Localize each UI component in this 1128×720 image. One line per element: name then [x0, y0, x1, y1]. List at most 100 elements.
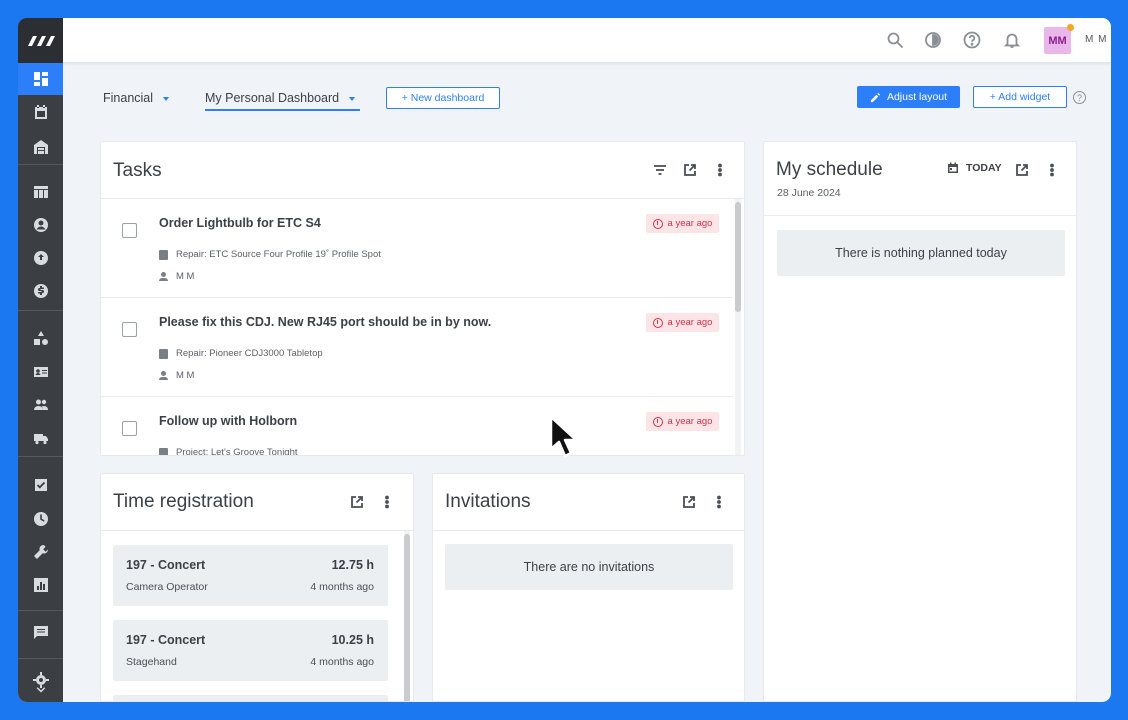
task-assignee: M M — [159, 370, 194, 381]
open-external-button[interactable] — [681, 494, 697, 510]
caret-down-icon — [349, 96, 356, 101]
time-entry-name: 197 - Concert — [126, 633, 206, 647]
sidebar-expand-toggle[interactable] — [18, 682, 63, 698]
tasks-title: Tasks — [113, 160, 162, 181]
app-logo[interactable] — [18, 18, 63, 63]
sidebar-item-messages[interactable] — [18, 616, 63, 648]
table-icon — [33, 186, 48, 198]
more-vertical-icon — [1050, 163, 1054, 177]
tab-personal-dashboard[interactable]: My Personal Dashboard — [205, 91, 360, 111]
sidebar — [18, 18, 63, 702]
due-badge: a year ago — [646, 214, 719, 233]
more-menu-button[interactable] — [712, 162, 728, 178]
sidebar-item-time[interactable] — [18, 503, 63, 535]
open-external-icon — [351, 496, 363, 508]
sidebar-item-contacts[interactable] — [18, 209, 63, 241]
help-button[interactable] — [962, 30, 982, 50]
search-icon — [887, 32, 904, 49]
task-row[interactable]: Order Lightbulb for ETC S4 a year ago Re… — [101, 199, 733, 298]
sidebar-item-crew[interactable] — [18, 356, 63, 388]
document-icon — [159, 249, 168, 260]
adjust-layout-button[interactable]: Adjust layout — [857, 86, 960, 108]
due-badge: a year ago — [646, 412, 719, 431]
theme-toggle[interactable] — [923, 30, 943, 50]
search-button[interactable] — [885, 30, 905, 50]
sidebar-item-finance[interactable] — [18, 275, 63, 307]
task-title[interactable]: Please fix this CDJ. New RJ45 port shoul… — [159, 315, 491, 329]
clock-icon — [652, 416, 663, 427]
task-title[interactable]: Order Lightbulb for ETC S4 — [159, 216, 321, 230]
chevron-down-icon — [36, 687, 45, 693]
open-external-icon — [1016, 164, 1028, 176]
time-entry-role: Camera Operator — [126, 581, 208, 593]
time-scrollbar-thumb[interactable] — [404, 534, 410, 701]
sidebar-item-reports[interactable] — [18, 569, 63, 601]
time-entry-role: Stagehand — [126, 656, 177, 668]
tab-financial[interactable]: Financial — [103, 91, 170, 105]
schedule-empty-message: There is nothing planned today — [777, 230, 1065, 276]
time-entry[interactable]: 197 - Concert 12.75 h Camera Operator 4 … — [113, 545, 388, 606]
sidebar-item-planning[interactable] — [18, 176, 63, 208]
sidebar-item-tasks[interactable] — [18, 469, 63, 501]
invitations-widget: Invitations There are no invitations — [432, 473, 745, 702]
task-title[interactable]: Follow up with Holborn — [159, 414, 297, 428]
help-icon[interactable]: ? — [1073, 91, 1086, 104]
new-dashboard-button[interactable]: + New dashboard — [386, 87, 500, 109]
more-menu-button[interactable] — [1044, 162, 1060, 178]
message-icon — [33, 626, 48, 639]
today-button[interactable]: TODAY — [947, 162, 1002, 174]
open-external-button[interactable] — [682, 162, 698, 178]
tasks-scrollbar-thumb[interactable] — [735, 202, 741, 312]
sidebar-item-sync[interactable] — [18, 242, 63, 274]
sidebar-item-maintenance[interactable] — [18, 536, 63, 568]
sidebar-item-people[interactable] — [18, 389, 63, 421]
topbar: MM M M — [63, 18, 1111, 63]
open-external-button[interactable] — [349, 494, 365, 510]
schedule-title: My schedule — [776, 159, 883, 180]
open-external-button[interactable] — [1014, 162, 1030, 178]
more-menu-button[interactable] — [379, 494, 395, 510]
mouse-cursor-icon — [549, 415, 578, 458]
time-entry-date: 4 months ago — [310, 656, 374, 668]
logo-icon — [27, 35, 55, 46]
invitations-title: Invitations — [445, 491, 531, 512]
task-subject[interactable]: Repair: Pioneer CDJ3000 Tabletop — [159, 348, 323, 359]
task-checkbox[interactable] — [122, 322, 137, 337]
user-name[interactable]: M M — [1085, 34, 1107, 45]
sidebar-item-transport[interactable] — [18, 422, 63, 454]
filter-icon — [654, 165, 666, 175]
add-widget-button[interactable]: + Add widget — [973, 86, 1067, 108]
task-subject[interactable]: Project: Let's Groove Tonight — [159, 447, 298, 455]
open-external-icon — [684, 164, 696, 176]
task-checkbox[interactable] — [122, 421, 137, 436]
notifications-button[interactable] — [1002, 30, 1022, 50]
task-subject[interactable]: Repair: ETC Source Four Profile 19˚ Prof… — [159, 249, 381, 260]
filter-button[interactable] — [652, 162, 668, 178]
document-icon — [159, 447, 168, 455]
sidebar-item-inventory[interactable] — [18, 322, 63, 354]
more-menu-button[interactable] — [711, 494, 727, 510]
clock-icon — [33, 512, 48, 526]
bell-icon — [1003, 33, 1021, 48]
sidebar-item-warehouse[interactable] — [18, 131, 63, 163]
avatar[interactable]: MM — [1044, 27, 1071, 54]
task-row[interactable]: Please fix this CDJ. New RJ45 port shoul… — [101, 298, 733, 397]
dashboard-icon — [33, 72, 48, 86]
time-entry[interactable] — [113, 695, 388, 701]
person-icon — [159, 272, 168, 281]
sidebar-item-calendar[interactable] — [18, 96, 63, 128]
warehouse-icon — [33, 140, 48, 154]
more-vertical-icon — [718, 163, 722, 177]
task-row[interactable]: Follow up with Holborn a year ago Projec… — [101, 397, 733, 455]
truck-icon — [33, 434, 48, 445]
task-checkbox[interactable] — [122, 223, 137, 238]
wrench-icon — [33, 544, 48, 559]
open-external-icon — [683, 496, 695, 508]
time-entry-hours: 10.25 h — [331, 633, 374, 647]
sidebar-item-dashboard[interactable] — [18, 63, 63, 95]
time-entry[interactable]: 197 - Concert 10.25 h Stagehand 4 months… — [113, 620, 388, 681]
time-registration-title: Time registration — [113, 491, 254, 512]
more-vertical-icon — [385, 495, 389, 509]
clock-icon — [652, 218, 663, 229]
tasks-widget: Tasks Order Lightbulb for ETC S4 a year … — [100, 141, 745, 456]
